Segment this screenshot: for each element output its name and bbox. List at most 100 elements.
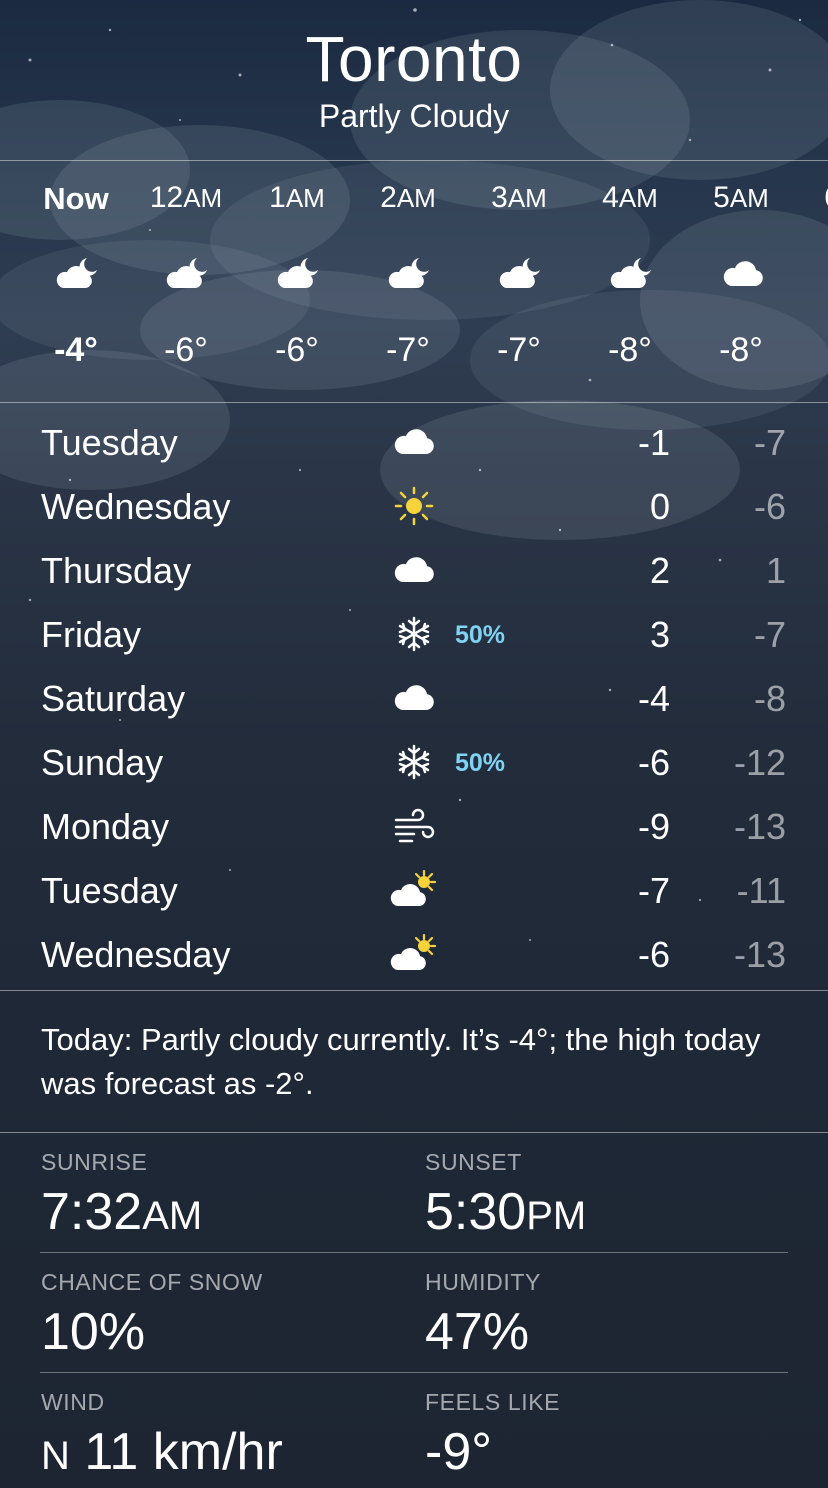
day-name: Thursday (41, 550, 192, 591)
hourly-item: Now -4° (21, 161, 131, 402)
high-temperature: -6 (637, 742, 670, 783)
hour-label: 3AM (491, 181, 547, 214)
wind-detail: WIND N 11 km/hr (41, 1389, 421, 1482)
divider (0, 1132, 828, 1133)
day-name: Saturday (41, 678, 186, 719)
hour-temperature: -8° (797, 331, 828, 370)
snowflake-icon (390, 742, 438, 782)
divider (0, 402, 828, 403)
cloud-icon (390, 678, 438, 718)
precipitation-chance: 50% (455, 749, 506, 777)
daily-row: Sunday 50% -6 -12 (0, 730, 828, 794)
daily-row: Tuesday -1 -7 (0, 410, 828, 474)
high-temperature: -6 (637, 934, 670, 975)
high-temperature: 0 (649, 486, 670, 527)
hour-label: 6AM (797, 181, 828, 215)
partly-cloudy-night-icon (386, 254, 434, 294)
day-name: Wednesday (41, 934, 231, 975)
precipitation-chance: 50% (455, 621, 506, 649)
partly-cloudy-night-icon (608, 254, 656, 294)
low-temperature: -8 (753, 678, 786, 719)
daily-row: Friday 50% 3 -7 (0, 602, 828, 666)
hour-temperature: -6° (164, 331, 208, 369)
day-name: Sunday (41, 742, 164, 783)
sun-icon (390, 486, 438, 526)
hour-temperature: -7° (497, 331, 541, 369)
feels-like-label: FEELS LIKE (425, 1389, 561, 1415)
chance-of-snow-value: 10% (41, 1303, 146, 1361)
daily-row: Monday -9 -13 (0, 794, 828, 858)
wind-icon (390, 806, 438, 846)
hour-label: Now (43, 181, 109, 216)
hourly-item: 5AM -8° (686, 161, 796, 402)
divider (40, 1372, 788, 1373)
sunrise-detail: SUNRISE 7:32AM (41, 1149, 421, 1242)
hourly-item: 4AM -8° (575, 161, 685, 402)
hourly-item: 12AM -6° (131, 161, 241, 402)
hourly-forecast[interactable]: Now -4° 12AM -6° 1AM -6° 2AM -7° 3AM -7° 4AM -8° 5AM… (0, 161, 828, 402)
high-temperature: 3 (649, 614, 670, 655)
sunrise-value: 7:32AM (41, 1183, 203, 1241)
day-name: Tuesday (41, 870, 178, 911)
hour-temperature: -4° (54, 331, 98, 369)
high-temperature: 2 (649, 550, 670, 591)
chance-of-snow-label: CHANCE OF SNOW (41, 1269, 263, 1295)
low-temperature: -6 (753, 486, 786, 527)
wind-value: N 11 km/hr (41, 1423, 283, 1481)
humidity-detail: HUMIDITY 47% (425, 1269, 805, 1362)
divider (0, 990, 828, 991)
hourly-item: 6AM -8° (797, 161, 828, 402)
daily-row: Tuesday -7 -11 (0, 858, 828, 922)
day-name: Wednesday (41, 486, 231, 527)
humidity-value: 47% (425, 1303, 530, 1361)
cloud-icon (390, 550, 438, 590)
sunset-label: SUNSET (425, 1149, 522, 1175)
city-name: Toronto (305, 23, 523, 95)
hour-label: 5AM (713, 181, 769, 214)
hour-label: 2AM (380, 181, 436, 214)
high-temperature: -9 (637, 806, 670, 847)
hour-temperature: -6° (275, 331, 319, 369)
high-temperature: -1 (637, 422, 670, 463)
partly-cloudy-day-icon (390, 869, 438, 910)
low-temperature: -13 (733, 806, 786, 847)
feels-like-value: -9° (425, 1423, 493, 1481)
snowflake-icon (390, 614, 438, 654)
feels-like-detail: FEELS LIKE -9° (425, 1389, 805, 1482)
low-temperature: -7 (753, 614, 786, 655)
current-condition: Partly Cloudy (318, 98, 510, 134)
low-temperature: -12 (733, 742, 786, 783)
hourly-item: 2AM -7° (353, 161, 463, 402)
hour-label: 4AM (602, 181, 658, 214)
day-name: Tuesday (41, 422, 178, 463)
partly-cloudy-night-icon (164, 254, 212, 294)
hourly-item: 3AM -7° (464, 161, 574, 402)
partly-cloudy-night-icon (275, 254, 323, 294)
low-temperature: -11 (736, 870, 786, 911)
location-header: Toronto Partly Cloudy (0, 0, 828, 160)
hour-temperature: -7° (386, 331, 430, 369)
chance-of-snow-detail: CHANCE OF SNOW 10% (41, 1269, 421, 1362)
low-temperature: -13 (733, 934, 786, 975)
daily-row: Thursday 2 1 (0, 538, 828, 602)
daily-row: Wednesday 0 -6 (0, 474, 828, 538)
divider (40, 1252, 788, 1253)
partly-cloudy-day-icon (390, 933, 438, 974)
daily-row: Saturday -4 -8 (0, 666, 828, 730)
sunrise-label: SUNRISE (41, 1149, 148, 1175)
high-temperature: -4 (637, 678, 670, 719)
partly-cloudy-night-icon (54, 254, 102, 294)
low-temperature: -7 (753, 422, 786, 463)
partly-cloudy-night-icon (497, 254, 545, 294)
cloud-icon (719, 254, 767, 294)
high-temperature: -7 (637, 870, 670, 911)
cloud-icon (390, 422, 438, 462)
wind-label: WIND (41, 1389, 105, 1415)
sunset-value: 5:30PM (425, 1183, 587, 1241)
low-temperature: 1 (765, 550, 786, 591)
day-name: Friday (41, 614, 142, 655)
day-name: Monday (41, 806, 170, 847)
hour-temperature: -8° (608, 331, 652, 369)
humidity-label: HUMIDITY (425, 1269, 541, 1295)
hour-temperature: -8° (719, 331, 763, 369)
